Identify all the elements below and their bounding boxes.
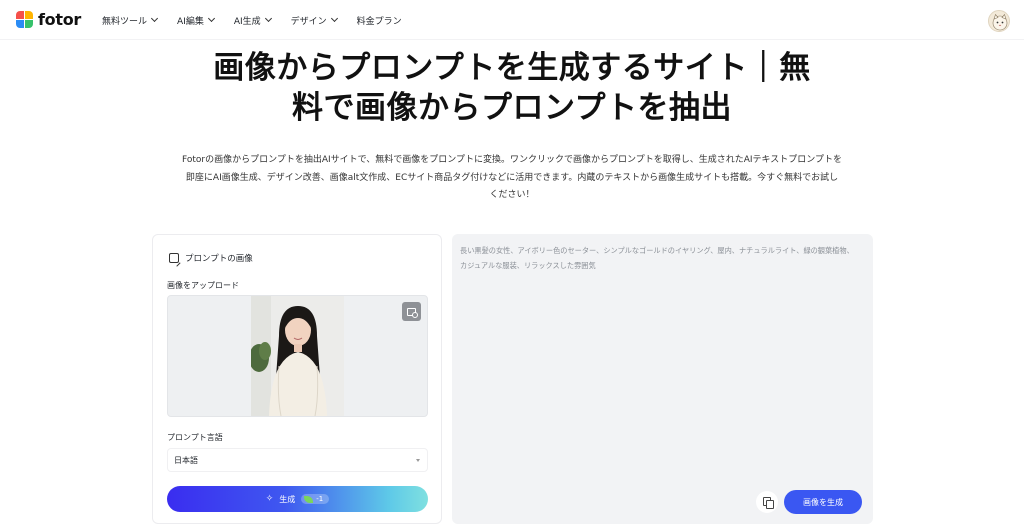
page-title: 画像からプロンプトを生成するサイト｜無 料で画像からプロンプトを抽出 — [140, 48, 884, 128]
image-edit-icon — [169, 253, 179, 263]
upload-label: 画像をアップロード — [167, 281, 239, 290]
nav-label: デザイン — [290, 16, 327, 27]
caret-down-icon — [416, 459, 420, 462]
avatar-cat-icon — [992, 13, 1008, 31]
top-navbar: fotor 無料ツール AI編集 AI生成 デザイン 料金プラン — [0, 0, 1024, 40]
generate-label: 生成 — [279, 494, 296, 504]
nav-ai-generate[interactable]: AI生成 — [233, 14, 272, 27]
language-select[interactable]: 日本語 — [167, 448, 428, 472]
credit-badge: -1 — [301, 494, 330, 504]
image-replace-icon — [407, 307, 418, 318]
portrait-photo — [251, 296, 344, 416]
generated-prompt-text[interactable]: 長い黒髪の女性、アイボリー色のセーター、シンプルなゴールドのイヤリング、屋内、ナ… — [460, 243, 860, 273]
language-label: プロンプト言語 — [167, 433, 223, 442]
user-avatar[interactable] — [988, 10, 1010, 32]
panel-heading: プロンプトの画像 — [169, 252, 253, 264]
nav-label: AI編集 — [177, 16, 204, 27]
chevron-down-icon — [207, 14, 215, 23]
main-nav: 無料ツール AI編集 AI生成 デザイン 料金プラン — [102, 0, 422, 40]
nav-free-tools[interactable]: 無料ツール — [102, 14, 159, 27]
magic-wand-icon: ✧ — [265, 494, 274, 504]
nav-ai-edit[interactable]: AI編集 — [177, 14, 215, 27]
copy-button[interactable] — [756, 491, 778, 513]
fotor-logo[interactable]: fotor — [16, 10, 81, 29]
generate-image-button[interactable]: 画像を生成 — [784, 490, 862, 514]
replace-image-button[interactable] — [402, 302, 421, 321]
prompt-result-panel: 長い黒髪の女性、アイボリー色のセーター、シンプルなゴールドのイヤリング、屋内、ナ… — [452, 234, 873, 524]
prompt-input-panel: プロンプトの画像 画像をアップロード プロンプト言語 日本語 ✧ 生成 -1 — [152, 234, 442, 524]
brand-name: fotor — [38, 10, 81, 29]
nav-label: 無料ツール — [102, 16, 148, 27]
nav-label: AI生成 — [233, 16, 261, 27]
chevron-down-icon — [330, 14, 338, 23]
language-select-value: 日本語 — [174, 455, 198, 465]
page-title-line-2: 料で画像からプロンプトを抽出 — [291, 90, 733, 126]
chevron-down-icon — [150, 14, 159, 23]
nav-design[interactable]: デザイン — [290, 14, 338, 27]
panel-heading-label: プロンプトの画像 — [185, 254, 253, 264]
nav-pricing[interactable]: 料金プラン — [357, 14, 402, 27]
page-title-line-1: 画像からプロンプトを生成するサイト｜無 — [213, 50, 811, 86]
image-upload-area[interactable] — [167, 295, 428, 417]
description-line-1: Fotorの画像からプロンプトを抽出AIサイトで、無料で画像をプロンプトに変換。… — [181, 155, 842, 165]
description-line-2: 即座にAI画像生成、デザイン改善、画像alt文作成、ECサイト商品タグ付けなどに… — [185, 172, 839, 183]
copy-icon — [762, 497, 774, 509]
chevron-down-icon — [264, 14, 272, 23]
page-description: Fotorの画像からプロンプトを抽出AIサイトで、無料で画像をプロンプトに変換。… — [146, 152, 878, 205]
uploaded-image-preview — [251, 296, 344, 416]
description-line-3: ください！ — [489, 190, 535, 200]
credit-leaf-icon — [304, 495, 314, 503]
credit-cost: -1 — [316, 495, 324, 503]
generate-button[interactable]: ✧ 生成 -1 — [167, 486, 428, 512]
fotor-logo-icon — [16, 11, 33, 28]
nav-label: 料金プラン — [356, 16, 402, 27]
